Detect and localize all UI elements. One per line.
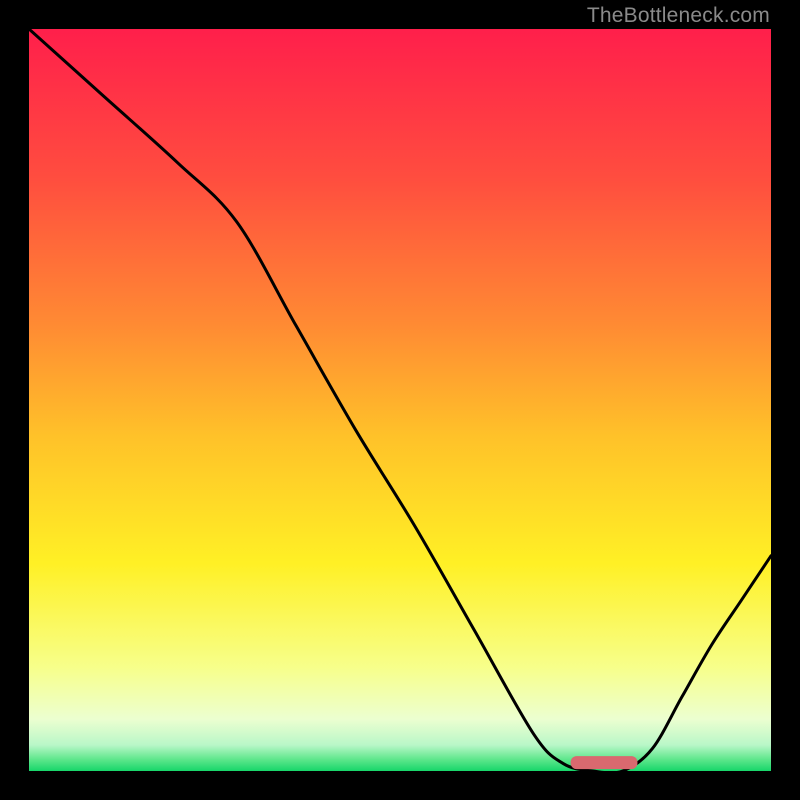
chart-frame [29,29,771,771]
optimal-zone-marker [571,756,638,769]
watermark-text: TheBottleneck.com [587,4,770,28]
gradient-background [29,29,771,771]
bottleneck-chart [29,29,771,771]
